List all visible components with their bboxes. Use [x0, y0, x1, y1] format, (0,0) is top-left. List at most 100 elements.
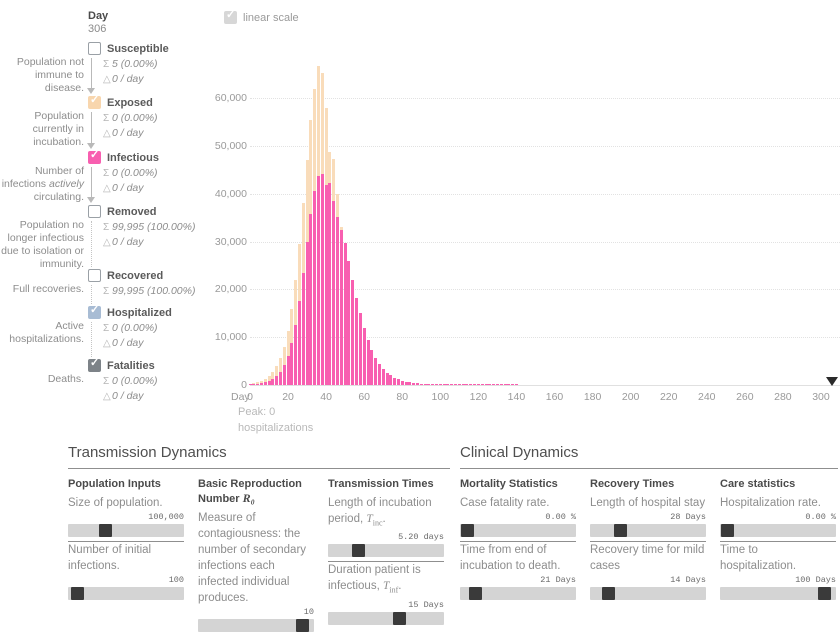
chart-bar	[374, 357, 378, 385]
slider-handle[interactable]	[817, 587, 831, 600]
compartment-stats: Σ 99,995 (100.00%)	[103, 285, 196, 297]
param-value: 5.20 days	[398, 532, 444, 543]
compartment-stats: Σ 99,995 (100.00%) △0 / day	[103, 221, 196, 248]
param-slider[interactable]	[590, 524, 706, 537]
slider-handle[interactable]	[721, 524, 735, 537]
day-label: Day	[88, 10, 109, 22]
chart-bar	[297, 301, 301, 385]
param-group-title: Care statistics	[720, 478, 796, 490]
compartment-toggle-hospitalized[interactable]: Hospitalized	[88, 304, 172, 319]
chart-bar	[290, 343, 294, 385]
chart-bar	[343, 242, 347, 385]
param-description: Size of population.	[68, 497, 163, 509]
chart-bar	[389, 375, 393, 385]
param-slider[interactable]	[720, 524, 836, 537]
slider-handle[interactable]	[461, 524, 475, 537]
day-marker-handle[interactable]	[826, 377, 839, 386]
chart-bar	[366, 340, 370, 385]
param-group-care-statistics: Care statistics Hospitalization rate. 0.00…	[720, 477, 836, 600]
peak-annotation: Peak: 0 hospitalizations	[238, 404, 358, 436]
chart-bar	[358, 313, 362, 385]
checkbox-icon[interactable]	[88, 304, 101, 319]
flow-connector	[91, 285, 93, 304]
chart-bar	[313, 191, 317, 385]
x-axis-tick-label: 20	[282, 391, 294, 403]
param-slider[interactable]	[328, 544, 444, 558]
slider-handle[interactable]	[295, 619, 309, 632]
chart-bar	[370, 350, 374, 385]
param-group-recovery-times: Recovery Times Length of hospital stay 28 …	[590, 477, 706, 600]
chart-bar	[336, 216, 340, 385]
x-axis-line	[250, 385, 840, 386]
compartment-toggle-recovered[interactable]: Recovered	[88, 269, 163, 282]
x-axis-tick-label: 180	[583, 391, 602, 403]
slider-handle[interactable]	[613, 524, 627, 537]
compartment-toggle-removed[interactable]: Removed	[88, 205, 157, 218]
param-description: Duration patient is infectious, Tinf.	[328, 564, 421, 595]
param-slider[interactable]	[68, 524, 184, 537]
param-value: 0.00 %	[805, 512, 836, 522]
compartment-toggle-fatalities[interactable]: Fatalities	[88, 357, 155, 372]
param-slider[interactable]	[460, 524, 576, 537]
param-slider[interactable]	[460, 587, 576, 600]
compartment-stats: Σ0 (0.00%) △0 / day	[103, 322, 158, 349]
compartment-description: Population not immune to disease.	[16, 56, 84, 94]
chart-bar	[294, 325, 298, 385]
slider-handle[interactable]	[351, 544, 365, 558]
compartment-toggle-infectious[interactable]: Infectious	[88, 149, 159, 164]
checkbox-icon[interactable]	[88, 94, 101, 109]
param-group-population-inputs: Population Inputs Size of population. 100,…	[68, 477, 184, 632]
slider-handle[interactable]	[98, 524, 112, 537]
chart-bar	[275, 375, 279, 385]
parameter-panels: Transmission Dynamics Population Inputs S…	[0, 440, 840, 632]
param-slider[interactable]	[590, 587, 706, 600]
param-slider[interactable]	[198, 619, 314, 632]
checkbox-icon[interactable]	[88, 357, 101, 372]
x-axis-tick-label: 260	[736, 391, 754, 403]
slider-handle[interactable]	[469, 587, 483, 600]
param-group-title: Mortality Statistics	[460, 478, 558, 490]
chart-bar	[317, 175, 321, 385]
gridline	[250, 146, 840, 148]
x-axis-tick-label: 280	[774, 391, 792, 403]
param-slider[interactable]	[720, 587, 836, 600]
checkbox-icon[interactable]	[224, 9, 237, 24]
compartment-label: Infectious	[107, 151, 159, 164]
compartment-label: Removed	[107, 205, 157, 218]
x-axis-tick-label: 160	[545, 391, 564, 403]
x-axis-tick-label: 100	[431, 391, 450, 403]
gridline	[250, 98, 840, 100]
compartment-stats: Σ0 (0.00%) △0 / day	[103, 375, 158, 402]
x-axis-tick-label: 240	[698, 391, 716, 403]
param-group-basic-reproduction-number: Basic Reproduction Number R₀ Measure of c…	[198, 477, 314, 632]
param-value: 14 Days	[670, 575, 706, 585]
y-axis-tick-label: 40,000	[214, 187, 247, 200]
checkbox-icon[interactable]	[88, 42, 101, 55]
checkbox-icon[interactable]	[88, 269, 101, 282]
compartment-label: Recovered	[107, 269, 164, 282]
chart-plot-area: 0 10,000 20,000 30,000 40,000 50,000 60,000 Da…	[215, 60, 840, 403]
param-description: Time from end of incubation to death.	[460, 544, 561, 572]
param-value: 100 Days	[795, 575, 836, 585]
slider-handle[interactable]	[71, 587, 85, 600]
param-group-title: Basic Reproduction Number R₀	[198, 478, 302, 505]
param-value: 100	[168, 575, 184, 585]
chart-bar	[278, 371, 282, 385]
linear-scale-toggle[interactable]: linear scale	[224, 9, 299, 24]
chart-bar	[305, 241, 309, 385]
x-axis-tick-label: 200	[621, 391, 640, 403]
param-description: Number of initial infections.	[68, 544, 152, 572]
compartment-toggle-susceptible[interactable]: Susceptible	[88, 42, 169, 55]
checkbox-icon[interactable]	[88, 149, 101, 164]
chart-bar	[301, 272, 305, 385]
chart-bar	[362, 327, 366, 385]
param-value: 21 Days	[540, 575, 576, 585]
compartment-label: Hospitalized	[107, 306, 172, 319]
slider-handle[interactable]	[602, 587, 616, 600]
compartment-toggle-exposed[interactable]: Exposed	[88, 94, 153, 109]
param-slider[interactable]	[68, 587, 184, 600]
transmission-dynamics-section: Transmission Dynamics Population Inputs S…	[68, 440, 450, 632]
checkbox-icon[interactable]	[88, 205, 101, 218]
day-readout: Day 306	[88, 10, 108, 36]
chart-bar	[351, 279, 355, 385]
